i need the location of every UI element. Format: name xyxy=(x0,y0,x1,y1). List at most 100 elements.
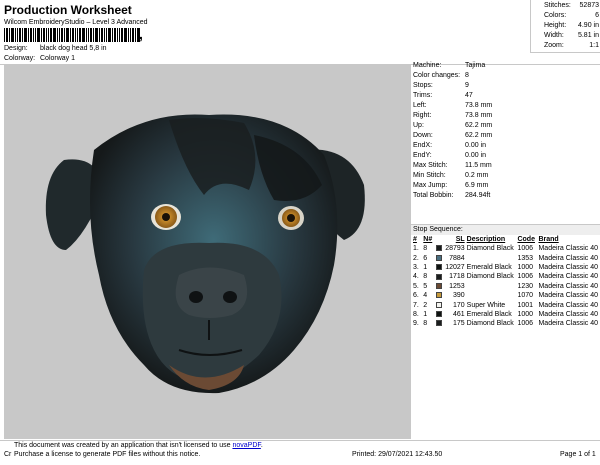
thread-brand: Madeira Classic 40 xyxy=(538,273,598,281)
thread-color-swatch xyxy=(436,311,443,318)
license-notice: This document was created by an applicat… xyxy=(14,441,263,459)
thread-brand: Madeira Classic 40 xyxy=(538,292,598,300)
stat-label: Color changes: xyxy=(413,72,461,79)
thread-description: Emerald Black xyxy=(466,310,512,318)
stat-label: Min Stitch: xyxy=(413,172,446,179)
stat-label: Max Jump: xyxy=(413,182,448,189)
thread-color-swatch xyxy=(436,245,443,252)
stitch-length: 28793 xyxy=(445,245,465,253)
design-label: Design: xyxy=(4,45,28,52)
notice-text-end: . xyxy=(260,442,263,449)
col-header: N# xyxy=(423,236,433,243)
design-preview xyxy=(4,65,410,439)
table-row: 4. 8 1718 Diamond Black 1006 Madeira Classic … xyxy=(413,272,600,281)
stat-value: 9 xyxy=(465,82,469,89)
thread-brand: Madeira Classic 40 xyxy=(538,320,598,328)
stat-value: 0.2 mm xyxy=(465,172,489,179)
stitch-length: 7884 xyxy=(449,254,465,262)
table-row: 8. 1 461 Emerald Black 1000 Madeira Classic 4… xyxy=(413,310,600,319)
stat-value: 73.8 mm xyxy=(465,102,493,109)
row-index: 1. xyxy=(413,245,419,253)
needle-number: 8 xyxy=(423,245,428,253)
stat-value: 6.9 mm xyxy=(465,182,489,189)
thread-description: Super White xyxy=(466,301,506,309)
thread-color-swatch xyxy=(436,301,443,308)
col-header: Brand xyxy=(538,236,559,243)
stat-value: 284.94ft xyxy=(465,192,491,199)
col-header: # xyxy=(413,236,417,243)
row-index: 6. xyxy=(413,292,419,300)
col-header: Code xyxy=(517,236,535,243)
row-index: 3. xyxy=(413,263,419,271)
summary-label: Width: xyxy=(544,32,564,39)
needle-number: 8 xyxy=(423,273,428,281)
color-swatch xyxy=(436,282,445,291)
divider xyxy=(410,65,411,439)
needle-number: 2 xyxy=(423,301,428,309)
row-index: 5. xyxy=(413,282,419,290)
stat-value: 62.2 mm xyxy=(465,122,493,129)
summary-value: 4.90 in xyxy=(577,22,599,29)
needle-number: 4 xyxy=(423,292,428,300)
color-swatch xyxy=(436,272,445,281)
stop-sequence-title: Stop Sequence: xyxy=(413,226,463,233)
stitch-length: 1718 xyxy=(449,273,465,281)
footer-cr: Cr xyxy=(4,451,12,458)
stitch-length: 390 xyxy=(452,292,465,300)
thread-brand: Madeira Classic 40 xyxy=(538,254,598,262)
needle-number: 1 xyxy=(423,263,428,271)
novapdf-link[interactable]: novaPDF xyxy=(232,442,260,449)
thread-description: Diamond Black xyxy=(466,245,514,253)
color-swatch xyxy=(436,300,445,309)
page-number: Page 1 of 1 xyxy=(560,451,596,458)
stat-label: Down: xyxy=(413,132,433,139)
thread-color-swatch xyxy=(436,320,443,327)
stat-label: Stops: xyxy=(413,82,433,89)
thread-color-swatch xyxy=(436,264,443,271)
col-header: SL xyxy=(455,236,465,243)
software-subtitle: Wilcom EmbroideryStudio – Level 3 Advanc… xyxy=(4,19,148,26)
thread-code: 1353 xyxy=(517,254,534,262)
table-row: 2. 6 7884 1353 Madeira Classic 40 xyxy=(413,253,600,262)
notice-text: This document was created by an applicat… xyxy=(14,442,233,449)
stat-value: 0.00 in xyxy=(465,152,487,159)
stat-label: EndX: xyxy=(413,142,433,149)
summary-label: Zoom: xyxy=(544,42,564,49)
stat-value: Tajima xyxy=(465,62,486,69)
summary-box: Stitches: 52873 Colors: 6 Height: 4.90 i… xyxy=(530,0,600,53)
thread-brand: Madeira Classic 40 xyxy=(538,245,598,253)
needle-number: 1 xyxy=(423,310,428,318)
needle-number: 5 xyxy=(423,282,428,290)
row-index: 9. xyxy=(413,320,419,328)
table-row: 6. 4 390 1070 Madeira Classic 40 xyxy=(413,291,600,300)
barcode-icon xyxy=(4,28,140,42)
thread-color-swatch xyxy=(436,292,443,299)
stat-label: Left: xyxy=(413,102,427,109)
summary-label: Height: xyxy=(544,22,567,29)
thread-brand: Madeira Classic 40 xyxy=(538,282,598,290)
thread-code: 1000 xyxy=(517,310,534,318)
stat-label: Max Stitch: xyxy=(413,162,448,169)
printed-timestamp: Printed: 29/07/2021 12:43.50 xyxy=(352,451,443,458)
stitch-length: 1253 xyxy=(449,282,465,290)
stitch-length: 175 xyxy=(452,320,465,328)
thread-description xyxy=(467,282,518,291)
summary-value: 52873 xyxy=(579,2,599,9)
row-index: 8. xyxy=(413,310,419,318)
row-index: 4. xyxy=(413,273,419,281)
table-row: 9. 8 175 Diamond Black 1006 Madeira Classic 4… xyxy=(413,319,600,328)
thread-description xyxy=(467,253,518,262)
stat-value: 8 xyxy=(465,72,469,79)
needle-number: 6 xyxy=(423,254,428,262)
thread-description: Diamond Black xyxy=(466,273,514,281)
thread-brand: Madeira Classic 40 xyxy=(538,310,598,318)
page-title: Production Worksheet xyxy=(4,3,132,17)
stat-value: 11.5 mm xyxy=(465,162,492,169)
design-value: black dog head 5,8 in xyxy=(40,45,107,52)
thread-code: 1001 xyxy=(517,301,534,309)
color-swatch xyxy=(436,263,445,272)
table-row: 5. 5 1253 1230 Madeira Classic 40 xyxy=(413,282,600,291)
stat-label: Trims: xyxy=(413,92,433,99)
colorway-value: Colorway 1 xyxy=(40,55,76,62)
row-index: 7. xyxy=(413,301,419,309)
